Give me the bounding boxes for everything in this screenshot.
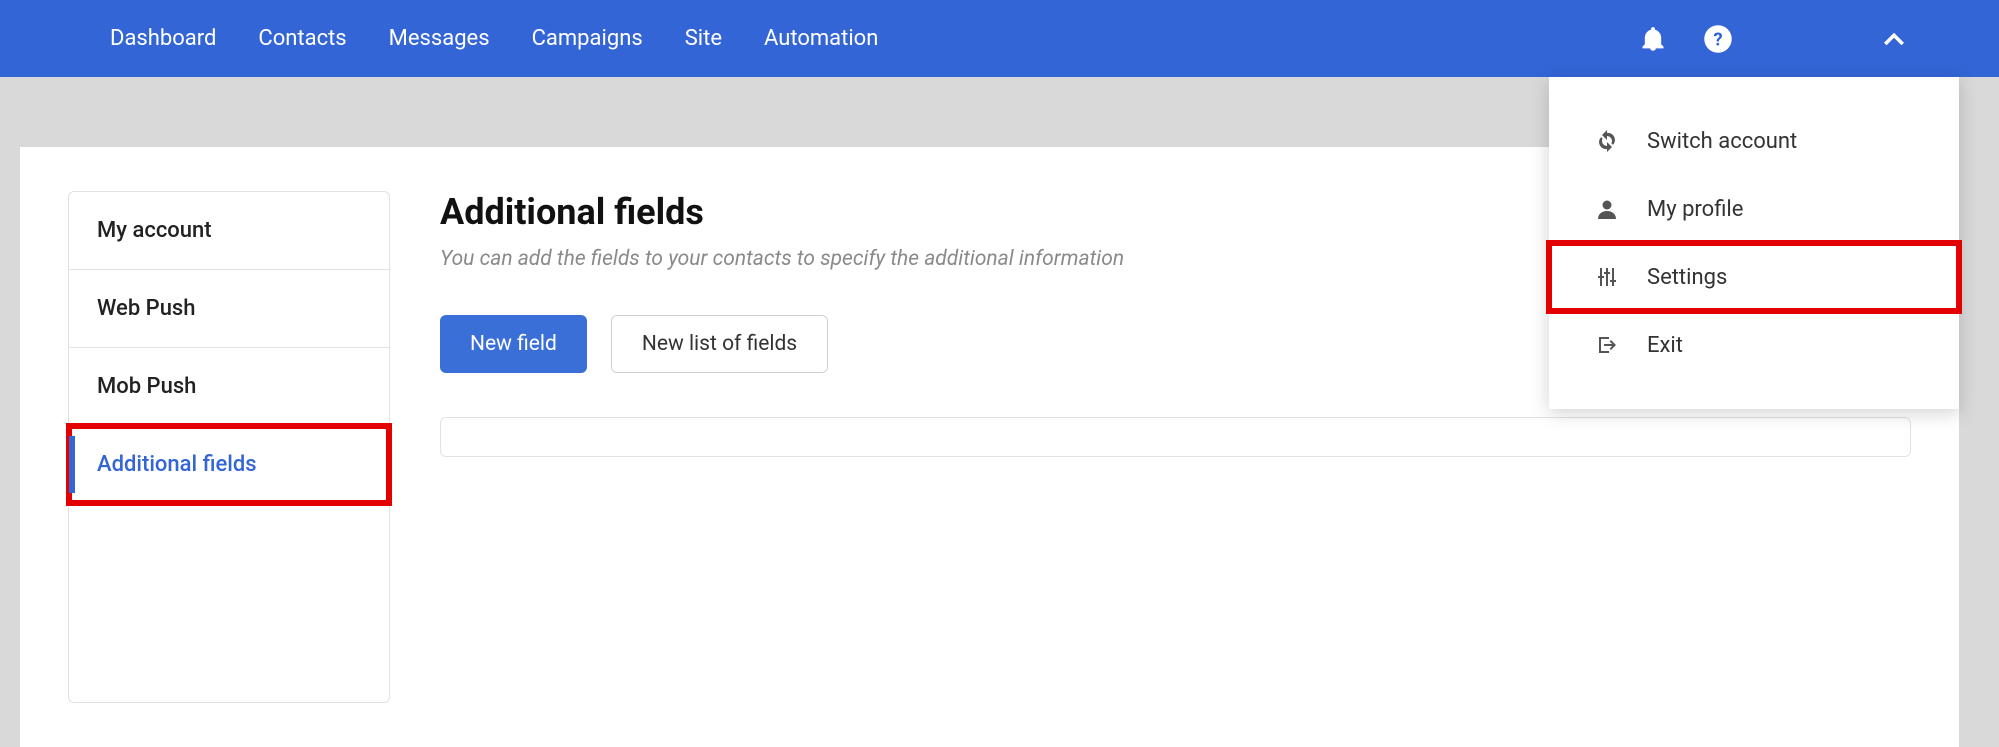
chevron-up-icon[interactable] [1879,24,1909,54]
account-dropdown: Switch account My profile Settings Exit [1549,77,1959,409]
nav-site[interactable]: Site [685,26,722,51]
bell-icon[interactable] [1639,25,1667,53]
sidebar-item-additional-fields[interactable]: Additional fields [69,426,389,503]
dropdown-switch-account[interactable]: Switch account [1549,107,1959,175]
exit-icon [1593,331,1621,359]
sidebar-item-label: Additional fields [97,452,257,477]
new-list-of-fields-button[interactable]: New list of fields [611,315,828,373]
dropdown-item-label: My profile [1647,197,1743,222]
sidebar-item-label: My account [97,218,212,243]
nav-dashboard[interactable]: Dashboard [110,26,216,51]
dropdown-item-label: Settings [1647,265,1727,290]
sidebar-item-label: Web Push [97,296,195,321]
refresh-icon [1593,127,1621,155]
dropdown-settings[interactable]: Settings [1549,243,1959,311]
settings-sidebar: My account Web Push Mob Push Additional … [68,191,390,703]
dropdown-item-label: Switch account [1647,129,1797,154]
sidebar-item-mob-push[interactable]: Mob Push [69,348,389,426]
nav-contacts[interactable]: Contacts [258,26,346,51]
sidebar-item-label: Mob Push [97,374,196,399]
sliders-icon [1593,263,1621,291]
nav-messages[interactable]: Messages [389,26,490,51]
sidebar-item-my-account[interactable]: My account [69,192,389,270]
topbar-right: ? [1639,0,1999,77]
topbar: Dashboard Contacts Messages Campaigns Si… [0,0,1999,77]
user-icon [1593,195,1621,223]
nav-automation[interactable]: Automation [764,26,878,51]
svg-text:?: ? [1713,28,1722,50]
dropdown-item-label: Exit [1647,333,1683,358]
new-field-button[interactable]: New field [440,315,587,373]
dropdown-my-profile[interactable]: My profile [1549,175,1959,243]
dropdown-exit[interactable]: Exit [1549,311,1959,379]
fields-panel [440,417,1911,457]
sidebar-item-web-push[interactable]: Web Push [69,270,389,348]
topnav: Dashboard Contacts Messages Campaigns Si… [110,26,878,51]
nav-campaigns[interactable]: Campaigns [532,26,643,51]
help-icon[interactable]: ? [1703,24,1733,54]
